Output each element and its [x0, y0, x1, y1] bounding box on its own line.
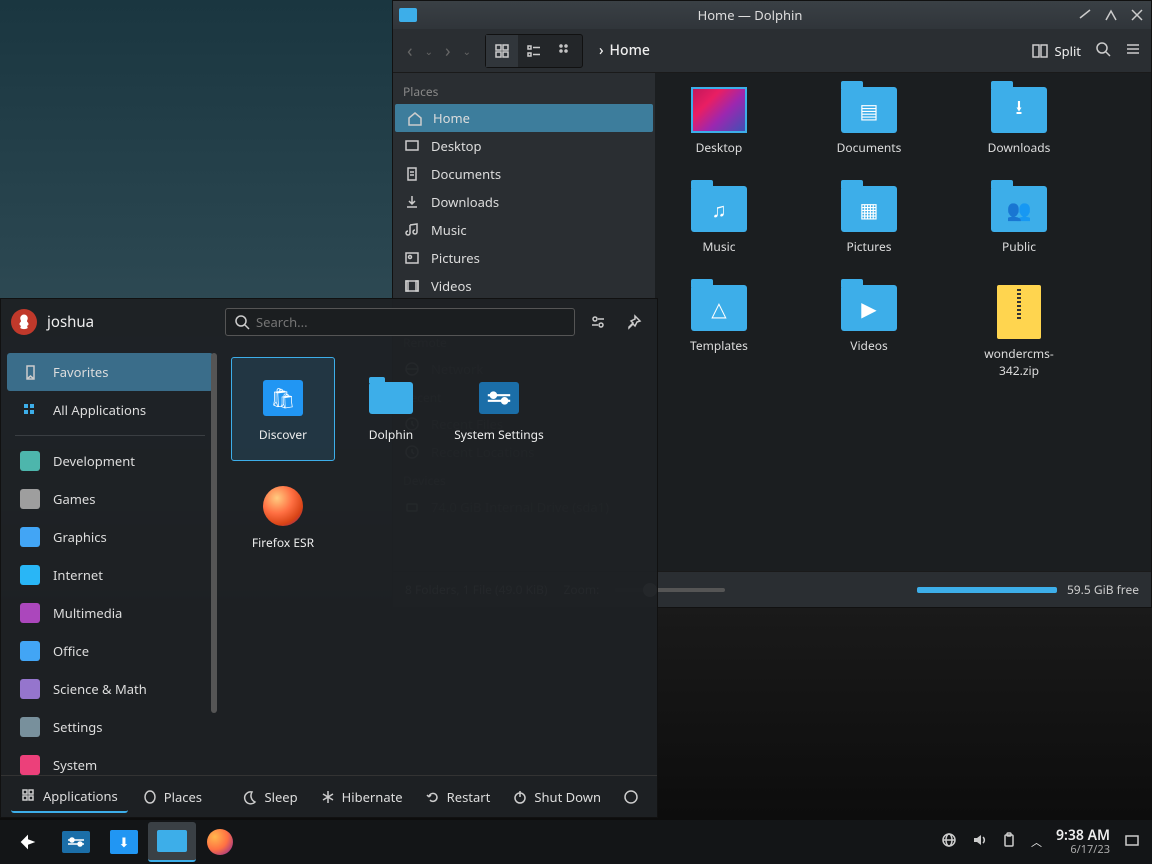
app-grid: 🛍DiscoverDolphinSystem Settings Firefox E…	[219, 345, 657, 775]
compact-view-button[interactable]	[518, 35, 550, 67]
leave-button[interactable]	[615, 785, 647, 809]
search-input[interactable]	[256, 313, 566, 331]
scrollbar[interactable]	[211, 353, 217, 713]
dolphin-toolbar: ‹ ⌄ › ⌄ › Home Split	[393, 29, 1151, 73]
category-item[interactable]: Development	[7, 442, 213, 480]
back-button[interactable]: ‹	[403, 37, 417, 65]
places-section-header: Places	[393, 77, 655, 104]
places-item[interactable]: Pictures	[393, 244, 655, 272]
file-item[interactable]: ♫Music	[669, 186, 769, 255]
session-action[interactable]: Shut Down	[504, 784, 609, 810]
category-list: FavoritesAll Applications DevelopmentGame…	[1, 345, 219, 775]
close-button[interactable]	[1129, 7, 1145, 23]
volume-icon[interactable]	[971, 832, 987, 852]
network-icon[interactable]	[941, 832, 957, 852]
details-view-button[interactable]	[550, 35, 582, 67]
clock[interactable]: 9:38 AM 6/17/23	[1056, 828, 1110, 855]
breadcrumb-segment[interactable]: Home	[610, 41, 650, 60]
places-item[interactable]: Desktop	[393, 132, 655, 160]
task-system-settings[interactable]	[52, 822, 100, 862]
places-item[interactable]: Downloads	[393, 188, 655, 216]
app-tile[interactable]: Firefox ESR	[231, 465, 335, 569]
free-space: 59.5 GiB free	[1067, 581, 1139, 598]
menu-button[interactable]	[1125, 41, 1141, 61]
folder-icon	[399, 8, 417, 22]
disk-usage-bar	[917, 587, 1057, 593]
category-item[interactable]: Favorites	[7, 353, 213, 391]
category-item[interactable]: Games	[7, 480, 213, 518]
file-item[interactable]: ▦Pictures	[819, 186, 919, 255]
app-tile[interactable]: Dolphin	[339, 357, 443, 461]
places-item[interactable]: Videos	[393, 272, 655, 300]
category-item[interactable]: Internet	[7, 556, 213, 594]
system-tray: ︿ 9:38 AM 6/17/23	[941, 828, 1148, 855]
view-mode-switch	[485, 34, 583, 68]
search-icon	[234, 314, 250, 330]
category-item[interactable]: All Applications	[7, 391, 213, 429]
search-button[interactable]	[1095, 41, 1111, 61]
category-item[interactable]: Settings	[7, 708, 213, 746]
back-menu[interactable]: ⌄	[421, 42, 437, 60]
places-item[interactable]: Documents	[393, 160, 655, 188]
forward-button[interactable]: ›	[441, 37, 455, 65]
category-item[interactable]: Graphics	[7, 518, 213, 556]
app-launcher-button[interactable]	[4, 822, 52, 862]
category-item[interactable]: Science & Math	[7, 670, 213, 708]
launcher-footer: ApplicationsPlaces Sleep HibernateRestart…	[1, 775, 657, 817]
app-tile[interactable]: 🛍Discover	[231, 357, 335, 461]
configure-button[interactable]	[585, 309, 611, 335]
clipboard-icon[interactable]	[1001, 832, 1017, 852]
task-dolphin[interactable]	[148, 822, 196, 862]
show-desktop-button[interactable]	[1124, 832, 1140, 852]
window-title: Home — Dolphin	[423, 6, 1077, 24]
user-avatar[interactable]	[11, 309, 37, 335]
session-action[interactable]: Sleep	[234, 784, 305, 810]
dolphin-titlebar[interactable]: Home — Dolphin	[393, 1, 1151, 29]
session-action[interactable]: Restart	[417, 784, 499, 810]
file-item[interactable]: wondercms-342.zip	[969, 285, 1069, 379]
places-item[interactable]: Home	[395, 104, 653, 132]
clock-date: 6/17/23	[1056, 844, 1110, 856]
category-item[interactable]: System	[7, 746, 213, 775]
application-launcher: joshua FavoritesAll Applications Developm…	[0, 298, 658, 818]
minimize-button[interactable]	[1077, 7, 1093, 23]
category-item[interactable]: Office	[7, 632, 213, 670]
taskbar: ⬇ ︿ 9:38 AM 6/17/23	[0, 820, 1152, 864]
places-item[interactable]: Music	[393, 216, 655, 244]
icons-view-button[interactable]	[486, 35, 518, 67]
task-firefox[interactable]	[196, 822, 244, 862]
dolphin-file-view[interactable]: Desktop ▤Documents ⭳Downloads ♫Music ▦Pictur…	[655, 73, 1151, 571]
file-item[interactable]: △Templates	[669, 285, 769, 379]
file-item[interactable]: 👥Public	[969, 186, 1069, 255]
footer-tab[interactable]: Places	[132, 781, 212, 813]
split-button[interactable]: Split	[1032, 42, 1081, 60]
session-action[interactable]: Hibernate	[312, 784, 411, 810]
file-item[interactable]: ⭳Downloads	[969, 87, 1069, 156]
app-tile[interactable]: System Settings	[447, 357, 551, 461]
file-item[interactable]: ▶Videos	[819, 285, 919, 379]
file-item[interactable]: Desktop	[669, 87, 769, 156]
pin-button[interactable]	[621, 309, 647, 335]
maximize-button[interactable]	[1103, 7, 1119, 23]
search-box[interactable]	[225, 308, 575, 336]
tray-expand-icon[interactable]: ︿	[1031, 834, 1042, 850]
file-item[interactable]: ▤Documents	[819, 87, 919, 156]
launcher-header: joshua	[1, 299, 657, 345]
username: joshua	[47, 312, 94, 332]
breadcrumb[interactable]: › Home	[599, 41, 650, 60]
task-discover[interactable]: ⬇	[100, 822, 148, 862]
chevron-right-icon: ›	[599, 41, 604, 60]
footer-tab[interactable]: Applications	[11, 781, 128, 813]
category-item[interactable]: Multimedia	[7, 594, 213, 632]
forward-menu[interactable]: ⌄	[459, 42, 475, 60]
